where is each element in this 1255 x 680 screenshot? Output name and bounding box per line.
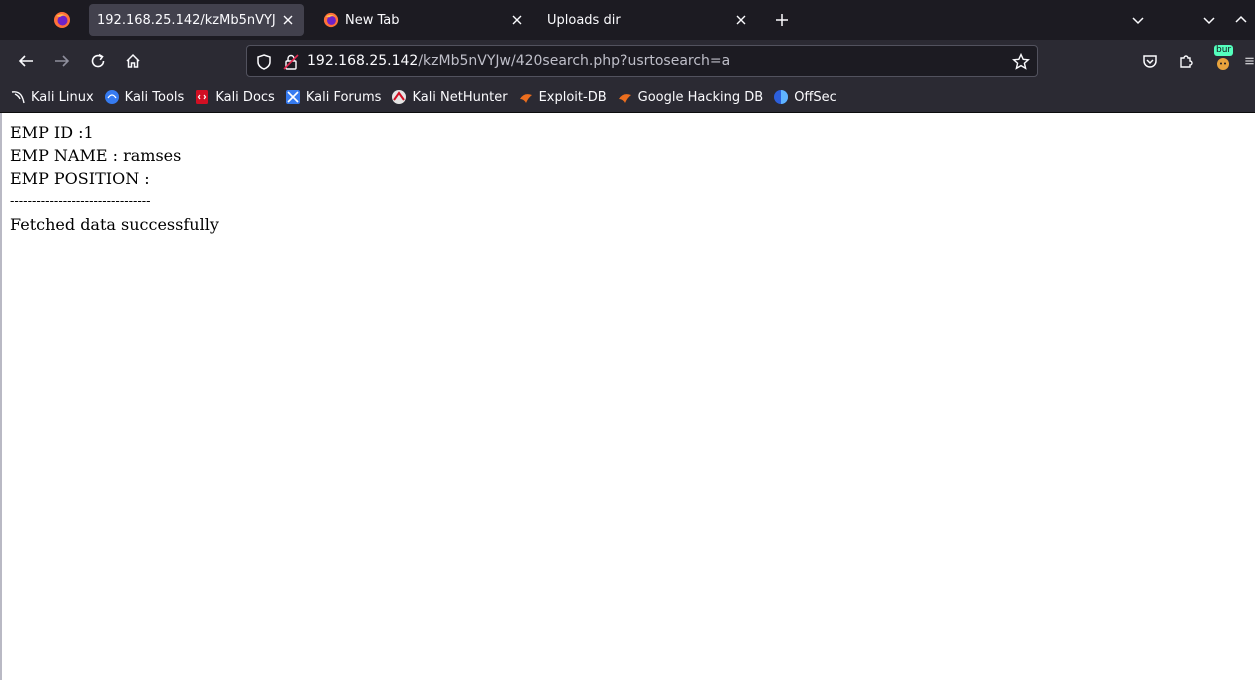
tab-bar: 192.168.25.142/kzMb5nVYJw/420search.php?… bbox=[0, 0, 1255, 40]
url-path: /kzMb5nVYJw/420search.php?usrtosearch=a bbox=[418, 53, 731, 69]
bookmark-kali-tools[interactable]: Kali Tools bbox=[104, 89, 185, 105]
back-button[interactable] bbox=[14, 49, 38, 73]
tab-new-tab[interactable]: New Tab bbox=[315, 4, 533, 36]
close-tab-icon[interactable] bbox=[733, 12, 749, 28]
bookmarks-toolbar: Kali Linux Kali Tools Kali Docs Kali For… bbox=[0, 82, 1255, 113]
firefox-icon bbox=[323, 12, 339, 28]
hamburger-menu-icon bbox=[1245, 57, 1254, 65]
window-left-edge bbox=[0, 113, 2, 680]
bookmark-kali-linux[interactable]: Kali Linux bbox=[10, 89, 94, 105]
back-arrow-icon bbox=[18, 55, 33, 67]
app-menu-button[interactable] bbox=[1244, 49, 1255, 73]
pocket-button[interactable] bbox=[1138, 49, 1162, 73]
puzzle-piece-icon bbox=[1180, 55, 1193, 68]
bookmark-google-hacking-db[interactable]: Google Hacking DB bbox=[617, 89, 764, 105]
kali-docs-icon bbox=[194, 89, 210, 105]
bookmark-label: Google Hacking DB bbox=[637, 89, 764, 105]
extension-badge: bur bbox=[1214, 45, 1234, 56]
bookmark-label: OffSec bbox=[794, 89, 837, 105]
nethunter-icon bbox=[391, 89, 407, 105]
kali-forums-icon bbox=[285, 89, 301, 105]
bookmark-label: Kali Linux bbox=[31, 89, 94, 105]
kali-dragon-icon bbox=[10, 89, 26, 105]
exploit-db-icon bbox=[518, 89, 534, 105]
insecure-lock-icon[interactable] bbox=[282, 53, 300, 71]
tracking-protection-shield-icon[interactable] bbox=[255, 53, 273, 71]
url-host: 192.168.25.142 bbox=[307, 53, 419, 69]
forward-button[interactable] bbox=[50, 49, 74, 73]
home-icon bbox=[126, 53, 140, 68]
emp-name-line: EMP NAME : ramses bbox=[10, 146, 182, 165]
close-tab-icon[interactable] bbox=[280, 12, 296, 28]
window-maximize-button[interactable] bbox=[1229, 8, 1253, 32]
bookmark-kali-forums[interactable]: Kali Forums bbox=[285, 89, 382, 105]
tab-uploads-dir[interactable]: Uploads dir bbox=[539, 4, 757, 36]
bookmark-label: Kali NetHunter bbox=[412, 89, 508, 105]
firefox-icon bbox=[54, 12, 70, 28]
bookmark-kali-nethunter[interactable]: Kali NetHunter bbox=[391, 89, 508, 105]
home-button[interactable] bbox=[121, 49, 145, 73]
window-minimize-button[interactable] bbox=[1197, 8, 1221, 32]
navigation-toolbar: 192.168.25.142/kzMb5nVYJw/420search.php?… bbox=[0, 40, 1255, 82]
page-content: EMP ID :1 EMP NAME : ramses EMP POSITION… bbox=[10, 121, 219, 236]
tab-active[interactable]: 192.168.25.142/kzMb5nVYJw/420search.php?… bbox=[89, 4, 304, 36]
bookmark-label: Kali Docs bbox=[215, 89, 275, 105]
chevron-down-icon bbox=[1132, 17, 1144, 25]
new-tab-button[interactable] bbox=[770, 8, 794, 32]
burp-extension-button[interactable]: bur bbox=[1210, 45, 1236, 73]
close-tab-icon[interactable] bbox=[509, 12, 525, 28]
url-text: 192.168.25.142/kzMb5nVYJw/420search.php?… bbox=[307, 53, 730, 69]
ghdb-icon bbox=[617, 89, 633, 105]
tab-label: New Tab bbox=[345, 12, 400, 28]
bookmark-label: Kali Forums bbox=[305, 89, 382, 105]
bookmark-offsec[interactable]: OffSec bbox=[773, 89, 837, 105]
tab-label: Uploads dir bbox=[547, 12, 621, 28]
tab-label: 192.168.25.142/kzMb5nVYJw/420search.php?… bbox=[97, 12, 276, 28]
reload-icon bbox=[91, 53, 105, 68]
bookmark-label: Exploit-DB bbox=[538, 89, 607, 105]
tab-list-button[interactable] bbox=[1126, 8, 1150, 32]
bookmark-exploit-db[interactable]: Exploit-DB bbox=[518, 89, 607, 105]
emp-id-line: EMP ID :1 bbox=[10, 123, 94, 142]
firefox-view-button[interactable] bbox=[44, 4, 80, 36]
bookmark-star-icon[interactable] bbox=[1011, 52, 1031, 72]
reload-button[interactable] bbox=[86, 49, 110, 73]
bookmark-kali-docs[interactable]: Kali Docs bbox=[194, 89, 275, 105]
bookmark-label: Kali Tools bbox=[124, 89, 185, 105]
extensions-button[interactable] bbox=[1174, 49, 1198, 73]
pocket-icon bbox=[1143, 55, 1157, 68]
url-bar[interactable]: 192.168.25.142/kzMb5nVYJw/420search.php?… bbox=[246, 45, 1038, 77]
chevron-up-icon bbox=[1235, 15, 1247, 23]
chevron-down-icon bbox=[1203, 17, 1215, 25]
plus-icon bbox=[776, 14, 788, 26]
offsec-icon bbox=[773, 89, 789, 105]
status-message: Fetched data successfully bbox=[10, 215, 219, 234]
kali-tools-icon bbox=[104, 89, 120, 105]
forward-arrow-icon bbox=[55, 55, 70, 67]
separator-line: -------------------------------- bbox=[10, 194, 151, 209]
emp-position-line: EMP POSITION : bbox=[10, 169, 150, 188]
